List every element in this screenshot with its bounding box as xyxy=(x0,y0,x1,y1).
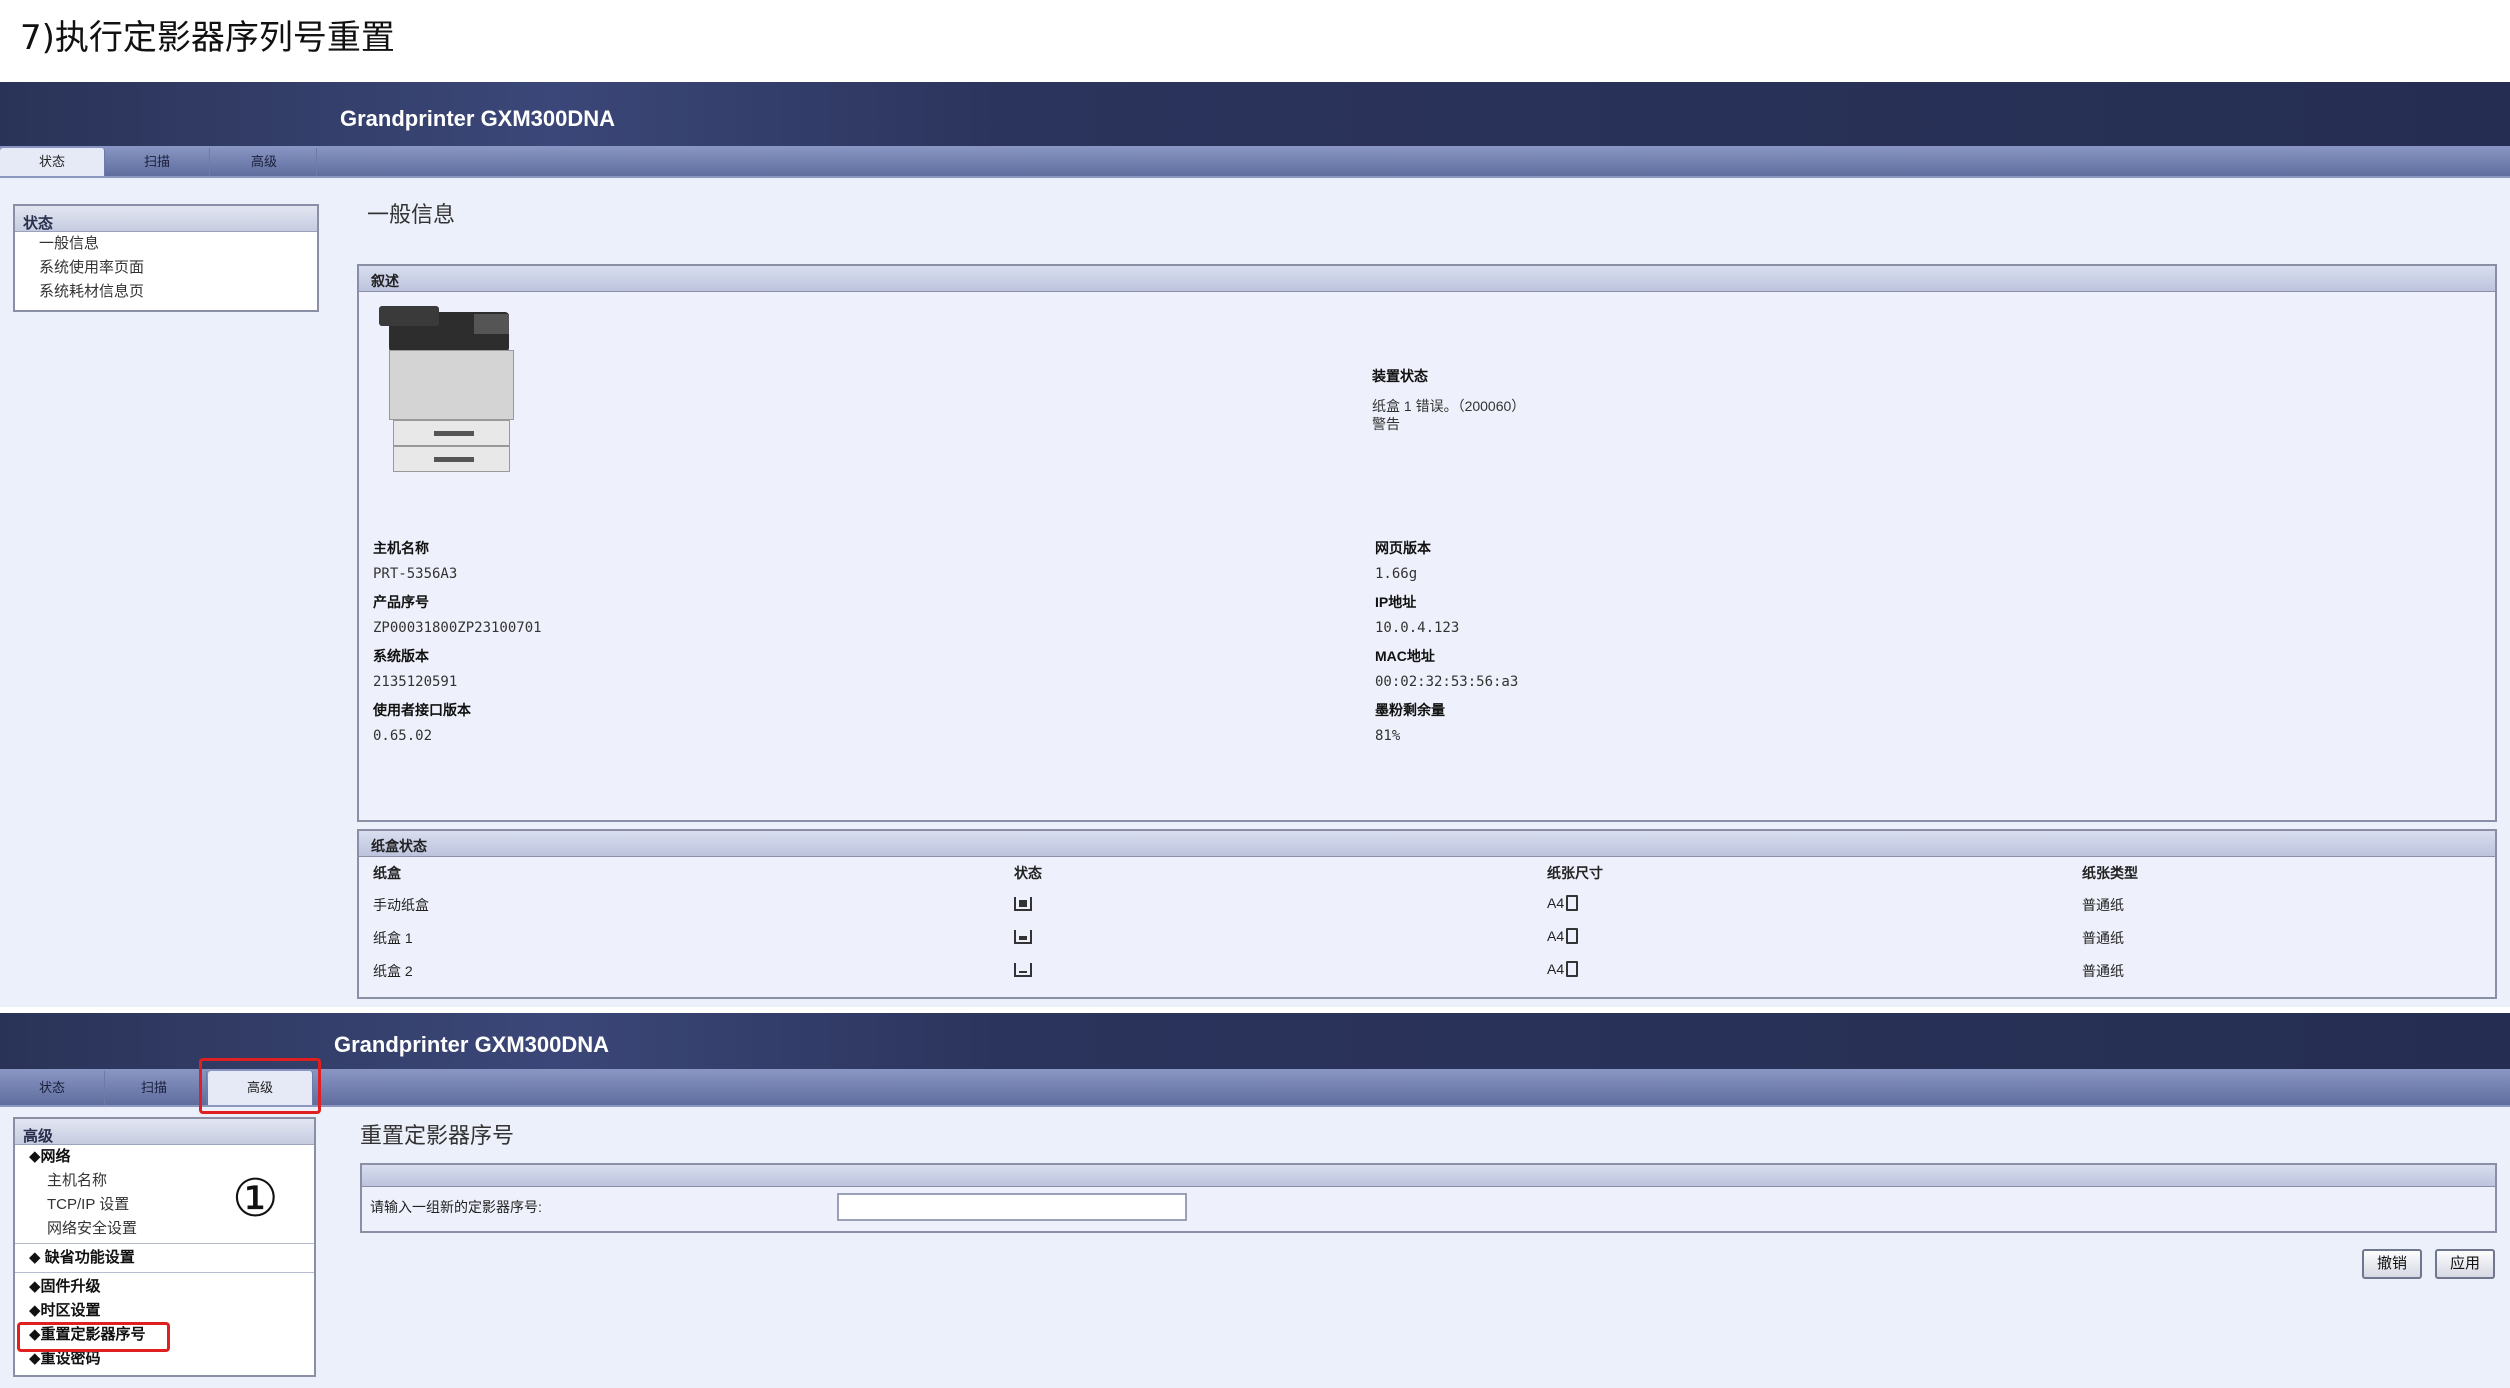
paper-icon xyxy=(1566,961,1579,977)
toner-level-label: 墨粉剩余量 xyxy=(1375,702,1445,718)
paper-size: A4 xyxy=(1547,895,1579,911)
mac-address-value: 00:02:32:53:56:a3 xyxy=(1375,674,1519,690)
device-status-line: 警告 xyxy=(1372,416,1400,432)
sidebar-item-timezone[interactable]: ◆时区设置 xyxy=(15,1299,314,1323)
sidebar-heading: 高级 xyxy=(15,1119,314,1145)
toner-level-value: 81% xyxy=(1375,728,1401,744)
tray-header-row: 纸盒 状态 纸张尺寸 纸张类型 xyxy=(359,863,2495,893)
fuser-reset-box-head xyxy=(362,1165,2495,1187)
tab-highlight-box xyxy=(199,1058,321,1114)
tab-status[interactable]: 状态 xyxy=(0,1071,105,1105)
overview-heading: 叙述 xyxy=(359,266,2495,292)
tab-scan[interactable]: 扫描 xyxy=(105,148,210,176)
brand-title: Grandprinter GXM300DNA xyxy=(334,1032,610,1057)
mac-address-label: MAC地址 xyxy=(1375,648,1435,664)
web-version-value: 1.66g xyxy=(1375,566,1418,582)
page-title: 重置定影器序号 xyxy=(360,1123,515,1148)
tab-strip: 状态 扫描 高级 xyxy=(0,1069,2510,1107)
tab-strip: 状态 扫描 高级 xyxy=(0,146,2510,178)
tray-name: 手动纸盒 xyxy=(373,897,429,913)
table-row: 纸盒 2 A4 普通纸 xyxy=(359,961,2495,991)
brand-title: Grandprinter GXM300DNA xyxy=(340,106,616,131)
tray-col-header: 状态 xyxy=(1014,865,1042,881)
paper-icon xyxy=(1566,895,1579,911)
page-title: 一般信息 xyxy=(367,202,456,227)
sidebar-item-default-settings[interactable]: ◆ 缺省功能设置 xyxy=(15,1246,314,1270)
step-annotation: ① xyxy=(232,1169,279,1229)
apply-button[interactable]: 应用 xyxy=(2435,1249,2495,1279)
header-bar: Grandprinter GXM300DNA xyxy=(0,82,2510,146)
sidebar-item-usage-page[interactable]: 系统使用率页面 xyxy=(15,256,317,280)
tray-mid-icon xyxy=(1014,930,1032,947)
paper-type: 普通纸 xyxy=(2082,963,2124,979)
sidebar-item-supplies-page[interactable]: 系统耗材信息页 xyxy=(15,280,317,304)
ui-version-value: 0.65.02 xyxy=(373,728,433,744)
paper-icon xyxy=(1566,928,1579,944)
web-version-label: 网页版本 xyxy=(1375,540,1431,556)
ip-address-value: 10.0.4.123 xyxy=(1375,620,1460,636)
device-status-line: 纸盒 1 错误。（200060） xyxy=(1372,398,1526,414)
sidebar-highlight-box xyxy=(17,1322,170,1352)
tab-status[interactable]: 状态 xyxy=(0,148,105,176)
paper-type: 普通纸 xyxy=(2082,897,2124,913)
tab-scan[interactable]: 扫描 xyxy=(102,1071,207,1105)
ip-address-label: IP地址 xyxy=(1375,594,1417,610)
ui-version-label: 使用者接口版本 xyxy=(373,702,471,718)
tray-name: 纸盒 1 xyxy=(373,930,413,946)
serial-label: 产品序号 xyxy=(373,594,429,610)
sidebar-heading: 状态 xyxy=(15,206,317,232)
sidebar-item-firmware[interactable]: ◆固件升级 xyxy=(15,1275,314,1299)
serial-value: ZP00031800ZP23100701 xyxy=(373,620,542,636)
tray-low-icon xyxy=(1014,963,1032,980)
table-row: 纸盒 1 A4 普通纸 xyxy=(359,928,2495,958)
tray-col-header: 纸张尺寸 xyxy=(1547,865,1603,881)
tray-name: 纸盒 2 xyxy=(373,963,413,979)
printer-image xyxy=(379,304,519,479)
advanced-page-panel: Grandprinter GXM300DNA 状态 扫描 高级 高级 ◆网络 主… xyxy=(0,1013,2510,1388)
paper-size: A4 xyxy=(1547,961,1579,977)
sidebar-item-general-info[interactable]: 一般信息 xyxy=(15,232,317,256)
document-title: 7)执行定影器序列号重置 xyxy=(20,18,395,58)
system-version-label: 系统版本 xyxy=(373,648,429,664)
cancel-button[interactable]: 撤销 xyxy=(2362,1249,2422,1279)
fuser-serial-label: 请输入一组新的定影器序号: xyxy=(370,1199,542,1215)
header-bar: Grandprinter GXM300DNA xyxy=(0,1013,2510,1069)
host-name-label: 主机名称 xyxy=(373,540,429,556)
paper-size: A4 xyxy=(1547,928,1579,944)
host-name-value: PRT-5356A3 xyxy=(373,566,458,582)
device-status-label: 装置状态 xyxy=(1372,368,1428,384)
tab-advanced[interactable]: 高级 xyxy=(212,148,317,176)
tray-col-header: 纸张类型 xyxy=(2082,865,2138,881)
paper-type: 普通纸 xyxy=(2082,930,2124,946)
tray-full-icon xyxy=(1014,897,1032,914)
overview-box: 叙述 装置状态 纸盒 1 错误。（200060） 警告 主机名称 PRT-535… xyxy=(357,264,2497,822)
fuser-reset-box: 请输入一组新的定影器序号: xyxy=(360,1163,2497,1233)
tray-status-heading: 纸盒状态 xyxy=(359,831,2495,857)
sidebar-item-network[interactable]: ◆网络 xyxy=(15,1145,314,1169)
fuser-serial-input[interactable] xyxy=(837,1193,1187,1221)
status-sidebar: 状态 一般信息 系统使用率页面 系统耗材信息页 xyxy=(13,204,319,312)
status-page-panel: Grandprinter GXM300DNA 状态 扫描 高级 状态 一般信息 … xyxy=(0,82,2510,1007)
tray-status-box: 纸盒状态 纸盒 状态 纸张尺寸 纸张类型 手动纸盒 A4 普通纸 纸盒 1 A4… xyxy=(357,829,2497,999)
tray-col-header: 纸盒 xyxy=(373,865,401,881)
system-version-value: 2135120591 xyxy=(373,674,458,690)
table-row: 手动纸盒 A4 普通纸 xyxy=(359,895,2495,925)
